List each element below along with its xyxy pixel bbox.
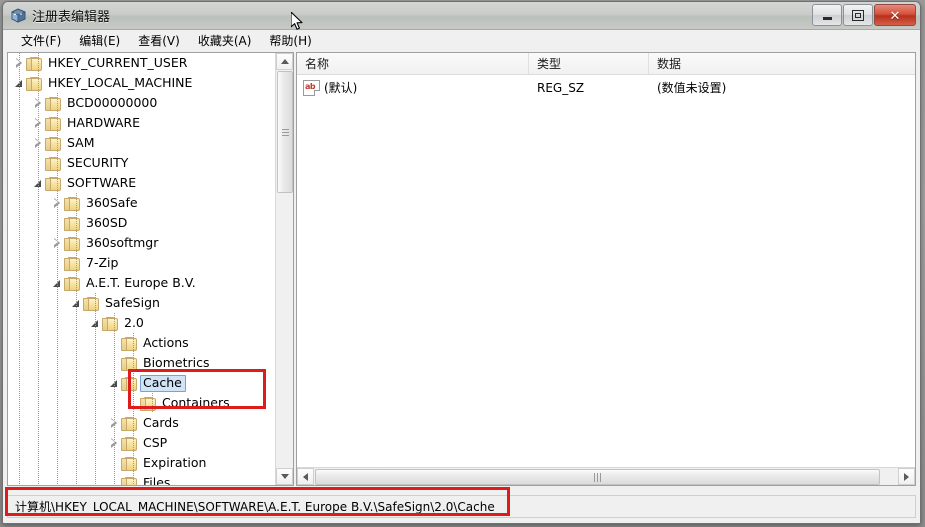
tree-guide-line — [76, 193, 77, 485]
string-value-icon — [303, 79, 320, 96]
chevron-right-icon — [904, 472, 909, 481]
tree-guide-line — [38, 53, 39, 485]
tree-item-label: Files — [143, 474, 171, 485]
tree-item-biometrics[interactable]: Biometrics — [8, 353, 276, 373]
tree-item-label: 360SD — [86, 214, 128, 230]
value-type: REG_SZ — [537, 80, 585, 95]
tree-item-label: BCD00000000 — [67, 94, 158, 110]
tree-item-cache[interactable]: Cache — [8, 373, 276, 393]
tree-item-label: HKEY_LOCAL_MACHINE — [48, 74, 193, 90]
tree-item-label: 360softmgr — [86, 234, 159, 250]
tree-vertical-scrollbar[interactable] — [275, 53, 293, 485]
tree-item-safesign[interactable]: SafeSign — [8, 293, 276, 313]
grip-icon — [594, 472, 601, 482]
tree-item-containers[interactable]: Containers — [8, 393, 276, 413]
column-header-data[interactable]: 数据 — [649, 53, 915, 74]
tree-item-bcd00000000[interactable]: BCD00000000 — [8, 93, 276, 113]
tree-item-label: HARDWARE — [67, 114, 141, 130]
tree-item-label: SOFTWARE — [67, 174, 137, 190]
table-row[interactable]: (默认) REG_SZ (数值未设置) — [297, 77, 915, 98]
title-bar[interactable]: 注册表编辑器 ✕ — [3, 2, 920, 30]
tree-item-expiration[interactable]: Expiration — [8, 453, 276, 473]
window-title: 注册表编辑器 — [32, 10, 111, 25]
tree-item-hkey-current-user[interactable]: HKEY_CURRENT_USER — [8, 53, 276, 73]
column-header-type[interactable]: 类型 — [529, 53, 649, 74]
tree-item-label: 2.0 — [124, 314, 144, 330]
status-path-container: 计算机\HKEY_LOCAL_MACHINE\SOFTWARE\A.E.T. E… — [7, 495, 916, 518]
registry-tree[interactable]: HKEY_CURRENT_USER HKEY_LOCAL_MACHINE BCD00… — [8, 53, 276, 485]
tree-item-360softmgr[interactable]: 360softmgr — [8, 233, 276, 253]
scroll-down-button[interactable] — [276, 468, 293, 485]
tree-item-label: SECURITY — [67, 154, 129, 170]
tree-item-label: 360Safe — [86, 194, 138, 210]
menu-help[interactable]: 帮助(H) — [260, 30, 320, 52]
tree-item-2-0[interactable]: 2.0 — [8, 313, 276, 333]
tree-item-files[interactable]: Files — [8, 473, 276, 485]
value-data: (数值未设置) — [657, 81, 727, 95]
grip-icon — [281, 128, 289, 136]
tree-item-actions[interactable]: Actions — [8, 333, 276, 353]
maximize-icon — [852, 9, 864, 21]
tree-guide-line — [95, 293, 96, 485]
tree-item-360sd[interactable]: 360SD — [8, 213, 276, 233]
maximize-button[interactable] — [843, 4, 873, 26]
tree-item-360safe[interactable]: 360Safe — [8, 193, 276, 213]
tree-item-software[interactable]: SOFTWARE — [8, 173, 276, 193]
tree-guide-line — [152, 393, 153, 413]
tree-item-hkey-local-machine[interactable]: HKEY_LOCAL_MACHINE — [8, 73, 276, 93]
tree-item-label: Cache — [140, 374, 186, 392]
tree-item-label: Containers — [162, 394, 230, 410]
values-horizontal-scrollbar[interactable] — [297, 467, 915, 485]
tree-item-7-zip[interactable]: 7-Zip — [8, 253, 276, 273]
status-path-text: 计算机\HKEY_LOCAL_MACHINE\SOFTWARE\A.E.T. E… — [15, 500, 495, 514]
menu-edit[interactable]: 编辑(E) — [70, 30, 129, 52]
menu-file[interactable]: 文件(F) — [12, 30, 70, 52]
values-scroll-thumb[interactable] — [315, 469, 880, 485]
tree-item-label: HKEY_CURRENT_USER — [48, 54, 188, 70]
window-controls: ✕ — [812, 4, 916, 26]
chevron-up-icon — [280, 59, 289, 64]
tree-item-hardware[interactable]: HARDWARE — [8, 113, 276, 133]
scroll-up-button[interactable] — [276, 53, 293, 70]
column-header-name[interactable]: 名称 — [297, 53, 529, 74]
tree-scroll-thumb[interactable] — [277, 71, 293, 193]
tree-guide-line — [114, 313, 115, 485]
registry-tree-pane[interactable]: HKEY_CURRENT_USER HKEY_LOCAL_MACHINE BCD00… — [7, 52, 294, 486]
tree-item-a-e-t-europe-b-v[interactable]: A.E.T. Europe B.V. — [8, 273, 276, 293]
close-button[interactable]: ✕ — [874, 4, 916, 26]
tree-item-label: Expiration — [143, 454, 207, 470]
tree-item-label: Biometrics — [143, 354, 210, 370]
registry-editor-window: 注册表编辑器 ✕ 文件(F) 编辑(E) 查看(V) 收藏夹(A) 帮助(H) — [2, 1, 921, 524]
tree-item-cards[interactable]: Cards — [8, 413, 276, 433]
scroll-left-button[interactable] — [297, 468, 314, 485]
menu-favorites[interactable]: 收藏夹(A) — [189, 30, 261, 52]
menu-view[interactable]: 查看(V) — [129, 30, 189, 52]
tree-item-sam[interactable]: SAM — [8, 133, 276, 153]
tree-guide-line — [19, 53, 20, 485]
tree-guide-line — [133, 333, 134, 485]
tree-item-label: SafeSign — [105, 294, 160, 310]
tree-item-label: SAM — [67, 134, 95, 150]
values-header-row: 名称 类型 数据 — [297, 53, 915, 75]
tree-guide-line — [57, 93, 58, 485]
tree-item-label: A.E.T. Europe B.V. — [86, 274, 196, 290]
scroll-right-button[interactable] — [898, 468, 915, 485]
close-icon: ✕ — [889, 7, 901, 23]
tree-item-label: 7-Zip — [86, 254, 119, 270]
content-area: HKEY_CURRENT_USER HKEY_LOCAL_MACHINE BCD00… — [3, 50, 920, 488]
status-bar: 计算机\HKEY_LOCAL_MACHINE\SOFTWARE\A.E.T. E… — [3, 489, 920, 523]
tree-item-csp[interactable]: CSP — [8, 433, 276, 453]
chevron-down-icon — [280, 474, 289, 479]
tree-item-label: Actions — [143, 334, 189, 350]
tree-item-label: Cards — [143, 414, 179, 430]
registry-editor-icon — [10, 7, 27, 24]
minimize-icon — [822, 16, 832, 20]
tree-item-label: CSP — [143, 434, 168, 450]
registry-values-pane[interactable]: 名称 类型 数据 (默认) REG_SZ (数值未设置) — [296, 52, 916, 486]
chevron-left-icon — [303, 472, 308, 481]
minimize-button[interactable] — [812, 4, 842, 26]
menu-bar: 文件(F) 编辑(E) 查看(V) 收藏夹(A) 帮助(H) — [3, 30, 920, 52]
value-name: (默认) — [324, 81, 358, 95]
tree-item-security[interactable]: SECURITY — [8, 153, 276, 173]
